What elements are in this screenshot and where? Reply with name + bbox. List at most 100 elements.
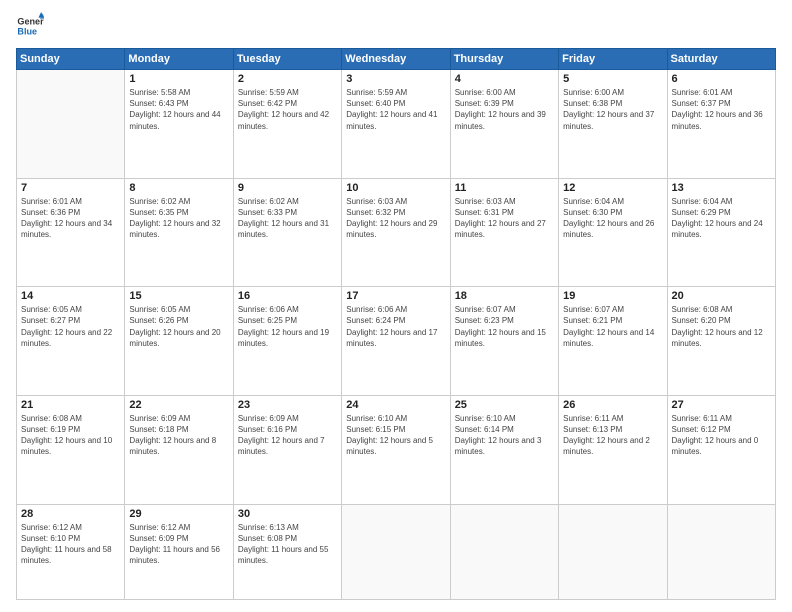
day-info: Sunrise: 6:02 AMSunset: 6:35 PMDaylight:… [129, 196, 228, 241]
day-number: 8 [129, 182, 228, 194]
day-info: Sunrise: 6:06 AMSunset: 6:24 PMDaylight:… [346, 304, 445, 349]
calendar-cell: 7 Sunrise: 6:01 AMSunset: 6:36 PMDaylight… [17, 178, 125, 287]
weekday-header-wednesday: Wednesday [342, 49, 450, 70]
calendar-table: SundayMondayTuesdayWednesdayThursdayFrid… [16, 48, 776, 600]
day-info: Sunrise: 6:03 AMSunset: 6:31 PMDaylight:… [455, 196, 554, 241]
day-info: Sunrise: 6:08 AMSunset: 6:19 PMDaylight:… [21, 413, 120, 458]
day-info: Sunrise: 5:59 AMSunset: 6:40 PMDaylight:… [346, 87, 445, 132]
calendar-cell: 8 Sunrise: 6:02 AMSunset: 6:35 PMDaylight… [125, 178, 233, 287]
day-info: Sunrise: 6:04 AMSunset: 6:30 PMDaylight:… [563, 196, 662, 241]
day-number: 2 [238, 73, 337, 85]
calendar-cell: 13 Sunrise: 6:04 AMSunset: 6:29 PMDayligh… [667, 178, 775, 287]
day-number: 26 [563, 399, 662, 411]
calendar-cell: 10 Sunrise: 6:03 AMSunset: 6:32 PMDayligh… [342, 178, 450, 287]
calendar-cell: 11 Sunrise: 6:03 AMSunset: 6:31 PMDayligh… [450, 178, 558, 287]
day-info: Sunrise: 6:08 AMSunset: 6:20 PMDaylight:… [672, 304, 771, 349]
calendar-cell: 27 Sunrise: 6:11 AMSunset: 6:12 PMDayligh… [667, 395, 775, 504]
calendar-cell: 30 Sunrise: 6:13 AMSunset: 6:08 PMDayligh… [233, 504, 341, 599]
svg-text:General: General [17, 17, 44, 27]
day-info: Sunrise: 6:02 AMSunset: 6:33 PMDaylight:… [238, 196, 337, 241]
calendar-cell: 19 Sunrise: 6:07 AMSunset: 6:21 PMDayligh… [559, 287, 667, 396]
calendar-cell [342, 504, 450, 599]
day-info: Sunrise: 6:01 AMSunset: 6:37 PMDaylight:… [672, 87, 771, 132]
calendar-cell [667, 504, 775, 599]
day-number: 12 [563, 182, 662, 194]
day-number: 5 [563, 73, 662, 85]
day-number: 7 [21, 182, 120, 194]
calendar-cell: 28 Sunrise: 6:12 AMSunset: 6:10 PMDayligh… [17, 504, 125, 599]
calendar-cell: 26 Sunrise: 6:11 AMSunset: 6:13 PMDayligh… [559, 395, 667, 504]
page: General Blue SundayMondayTuesdayWednesda… [0, 0, 792, 612]
day-number: 14 [21, 290, 120, 302]
day-number: 9 [238, 182, 337, 194]
calendar-cell: 18Sunrise: 6:07 AMSunset: 6:23 PMDayligh… [450, 287, 558, 396]
calendar-cell: 17 Sunrise: 6:06 AMSunset: 6:24 PMDayligh… [342, 287, 450, 396]
weekday-header-thursday: Thursday [450, 49, 558, 70]
day-number: 16 [238, 290, 337, 302]
day-info: Sunrise: 6:03 AMSunset: 6:32 PMDaylight:… [346, 196, 445, 241]
day-info: Sunrise: 6:07 AMSunset: 6:21 PMDaylight:… [563, 304, 662, 349]
weekday-header-friday: Friday [559, 49, 667, 70]
day-info: Sunrise: 6:01 AMSunset: 6:36 PMDaylight:… [21, 196, 120, 241]
calendar-cell: 1 Sunrise: 5:58 AMSunset: 6:43 PMDaylight… [125, 70, 233, 179]
day-number: 23 [238, 399, 337, 411]
calendar-cell: 16 Sunrise: 6:06 AMSunset: 6:25 PMDayligh… [233, 287, 341, 396]
day-number: 29 [129, 508, 228, 520]
calendar-cell: 9 Sunrise: 6:02 AMSunset: 6:33 PMDaylight… [233, 178, 341, 287]
day-info: Sunrise: 6:12 AMSunset: 6:10 PMDaylight:… [21, 522, 120, 567]
calendar-cell: 15 Sunrise: 6:05 AMSunset: 6:26 PMDayligh… [125, 287, 233, 396]
day-info: Sunrise: 6:09 AMSunset: 6:18 PMDaylight:… [129, 413, 228, 458]
day-info: Sunrise: 6:04 AMSunset: 6:29 PMDaylight:… [672, 196, 771, 241]
calendar-cell: 24 Sunrise: 6:10 AMSunset: 6:15 PMDayligh… [342, 395, 450, 504]
day-number: 10 [346, 182, 445, 194]
calendar-cell: 6 Sunrise: 6:01 AMSunset: 6:37 PMDaylight… [667, 70, 775, 179]
weekday-header-sunday: Sunday [17, 49, 125, 70]
day-info: Sunrise: 6:00 AMSunset: 6:38 PMDaylight:… [563, 87, 662, 132]
day-number: 27 [672, 399, 771, 411]
day-number: 3 [346, 73, 445, 85]
day-info: Sunrise: 6:05 AMSunset: 6:27 PMDaylight:… [21, 304, 120, 349]
calendar-cell: 14 Sunrise: 6:05 AMSunset: 6:27 PMDayligh… [17, 287, 125, 396]
day-number: 20 [672, 290, 771, 302]
calendar-cell: 25 Sunrise: 6:10 AMSunset: 6:14 PMDayligh… [450, 395, 558, 504]
svg-text:Blue: Blue [17, 26, 37, 36]
day-info: Sunrise: 6:05 AMSunset: 6:26 PMDaylight:… [129, 304, 228, 349]
day-info: Sunrise: 6:11 AMSunset: 6:12 PMDaylight:… [672, 413, 771, 458]
calendar-cell [17, 70, 125, 179]
day-number: 30 [238, 508, 337, 520]
day-info: Sunrise: 6:09 AMSunset: 6:16 PMDaylight:… [238, 413, 337, 458]
calendar-cell: 23 Sunrise: 6:09 AMSunset: 6:16 PMDayligh… [233, 395, 341, 504]
day-info: Sunrise: 6:10 AMSunset: 6:15 PMDaylight:… [346, 413, 445, 458]
calendar-cell: 22 Sunrise: 6:09 AMSunset: 6:18 PMDayligh… [125, 395, 233, 504]
day-info: Sunrise: 6:12 AMSunset: 6:09 PMDaylight:… [129, 522, 228, 567]
day-number: 6 [672, 73, 771, 85]
weekday-header-tuesday: Tuesday [233, 49, 341, 70]
day-number: 28 [21, 508, 120, 520]
logo: General Blue [16, 12, 44, 40]
day-number: 21 [21, 399, 120, 411]
day-number: 11 [455, 182, 554, 194]
day-number: 22 [129, 399, 228, 411]
weekday-header-saturday: Saturday [667, 49, 775, 70]
day-info: Sunrise: 5:58 AMSunset: 6:43 PMDaylight:… [129, 87, 228, 132]
day-info: Sunrise: 6:06 AMSunset: 6:25 PMDaylight:… [238, 304, 337, 349]
day-number: 18 [455, 290, 554, 302]
calendar-cell: 3 Sunrise: 5:59 AMSunset: 6:40 PMDaylight… [342, 70, 450, 179]
day-number: 15 [129, 290, 228, 302]
day-number: 24 [346, 399, 445, 411]
day-info: Sunrise: 6:00 AMSunset: 6:39 PMDaylight:… [455, 87, 554, 132]
calendar-cell: 5 Sunrise: 6:00 AMSunset: 6:38 PMDaylight… [559, 70, 667, 179]
day-number: 1 [129, 73, 228, 85]
day-number: 13 [672, 182, 771, 194]
header: General Blue [16, 12, 776, 40]
calendar-cell: 29 Sunrise: 6:12 AMSunset: 6:09 PMDayligh… [125, 504, 233, 599]
day-number: 25 [455, 399, 554, 411]
day-info: Sunrise: 6:10 AMSunset: 6:14 PMDaylight:… [455, 413, 554, 458]
day-number: 19 [563, 290, 662, 302]
day-number: 4 [455, 73, 554, 85]
day-number: 17 [346, 290, 445, 302]
calendar-cell: 4 Sunrise: 6:00 AMSunset: 6:39 PMDaylight… [450, 70, 558, 179]
day-info: Sunrise: 6:11 AMSunset: 6:13 PMDaylight:… [563, 413, 662, 458]
day-info: Sunrise: 5:59 AMSunset: 6:42 PMDaylight:… [238, 87, 337, 132]
day-info: Sunrise: 6:13 AMSunset: 6:08 PMDaylight:… [238, 522, 337, 567]
